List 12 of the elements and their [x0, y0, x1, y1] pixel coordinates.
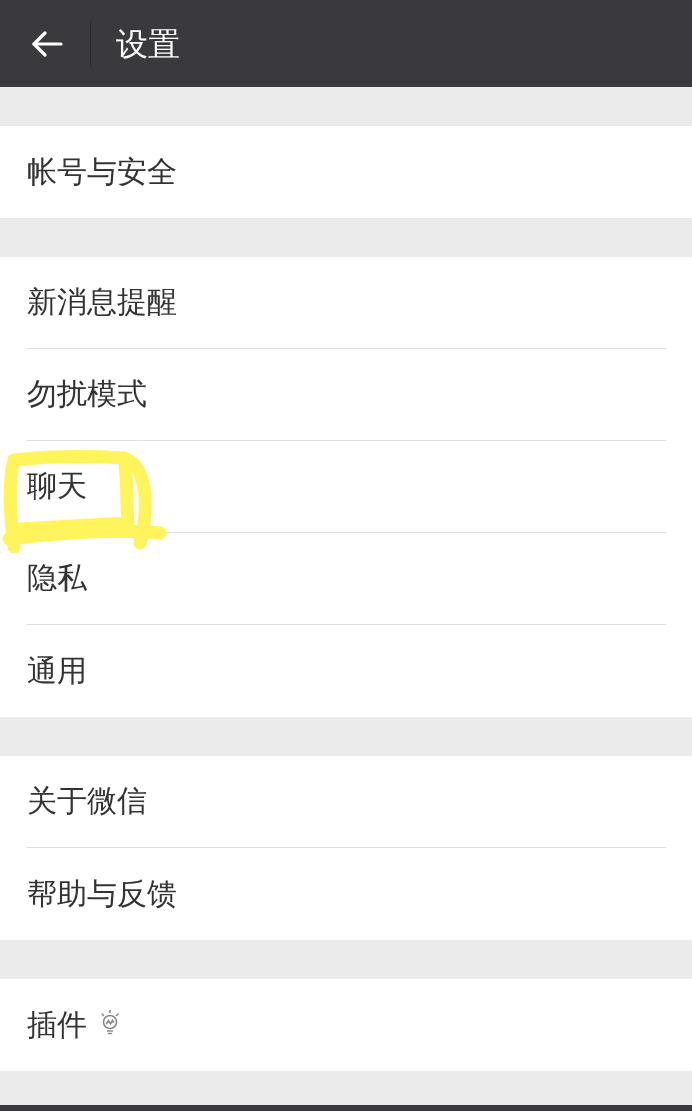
- settings-item[interactable]: 帐号与安全: [0, 126, 692, 218]
- settings-item[interactable]: 通用: [0, 625, 692, 717]
- page-title: 设置: [116, 23, 180, 64]
- settings-item[interactable]: 勿扰模式: [0, 349, 692, 440]
- settings-item[interactable]: 新消息提醒: [0, 257, 692, 348]
- settings-item[interactable]: 隐私: [0, 533, 692, 624]
- settings-item[interactable]: 聊天: [0, 441, 692, 532]
- settings-item[interactable]: 帮助与反馈: [0, 848, 692, 940]
- settings-item[interactable]: 关于微信: [0, 756, 692, 847]
- back-arrow-icon: [31, 29, 63, 58]
- lightbulb-icon: [99, 1009, 121, 1035]
- settings-item[interactable]: 插件: [0, 979, 692, 1071]
